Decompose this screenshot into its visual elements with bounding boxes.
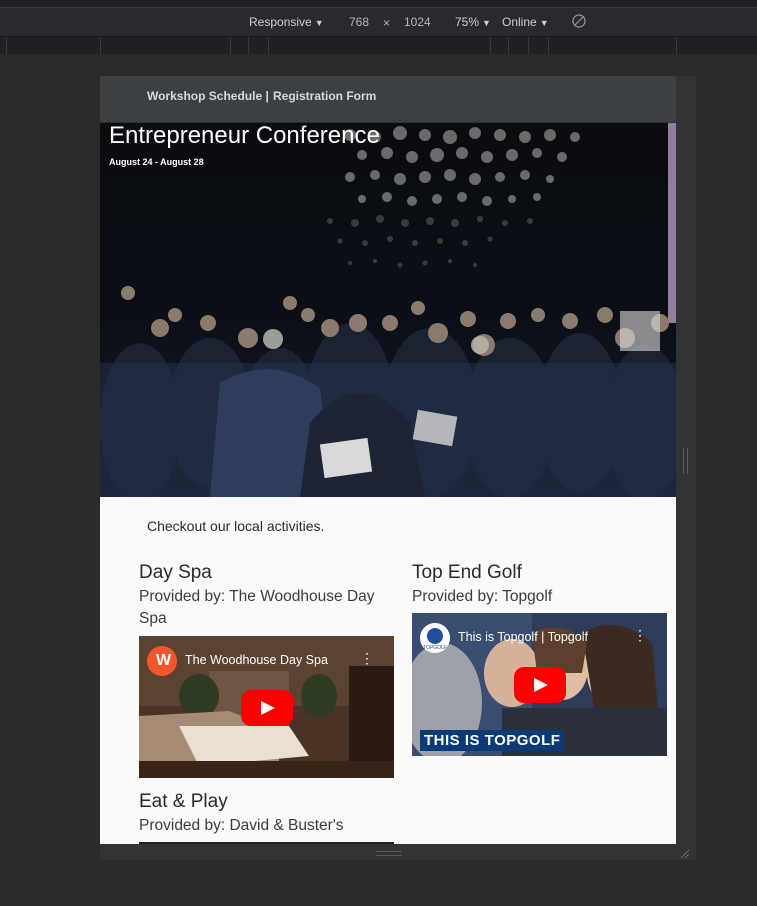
- more-vert-icon[interactable]: ⋮: [633, 627, 647, 644]
- rotate-icon[interactable]: [572, 14, 586, 31]
- width-input[interactable]: 768: [349, 15, 369, 29]
- device-mode-dropdown[interactable]: Responsive ▼: [249, 15, 324, 29]
- throttle-label: Online: [502, 15, 537, 29]
- activity-title-day-spa: Day Spa: [139, 562, 212, 583]
- chevron-down-icon: ▼: [314, 18, 324, 28]
- video-title-day-spa[interactable]: The Woodhouse Day Spa: [185, 653, 328, 667]
- video-embed-topgolf[interactable]: TOPGOLF This is Topgolf | Topgolf ⋮ THIS…: [412, 613, 667, 756]
- height-input[interactable]: 1024: [404, 15, 431, 29]
- dimension-separator: ×: [383, 16, 391, 30]
- nav-link-registration-form[interactable]: Registration Form: [273, 89, 376, 103]
- svg-text:TOPGOLF: TOPGOLF: [423, 645, 447, 651]
- channel-logo-woodhouse[interactable]: W: [147, 646, 177, 676]
- zoom-dropdown[interactable]: 75% ▼: [455, 15, 491, 29]
- activity-title-eat-and-play: Eat & Play: [139, 791, 228, 812]
- chevron-down-icon: ▼: [539, 18, 549, 28]
- video-title-topgolf[interactable]: This is Topgolf | Topgolf: [458, 630, 588, 644]
- activity-provider-day-spa: Provided by: The Woodhouse Day Spa: [139, 588, 375, 627]
- channel-logo-letter: W: [156, 652, 172, 669]
- resize-handle-right[interactable]: [683, 448, 688, 474]
- conference-audience-photo: [100, 123, 676, 497]
- more-vert-icon[interactable]: ⋮: [360, 650, 374, 667]
- intro-text: Checkout our local activities.: [147, 518, 325, 534]
- device-mode-label: Responsive: [249, 15, 312, 29]
- channel-logo-topgolf[interactable]: TOPGOLF: [420, 623, 450, 653]
- device-toolbar: Responsive ▼ 768 × 1024 75% ▼ Online ▼: [0, 8, 757, 36]
- resize-handle-bottom[interactable]: [376, 851, 402, 856]
- activity-provider-top-end-golf: Provided by: Topgolf: [412, 588, 553, 605]
- video-embed-eat-and-play[interactable]: [139, 842, 394, 844]
- throttle-dropdown[interactable]: Online ▼: [502, 15, 549, 29]
- video-embed-day-spa[interactable]: W The Woodhouse Day Spa ⋮: [139, 636, 394, 778]
- topgolf-banner-text: THIS IS TOPGOLF: [420, 730, 565, 751]
- resize-corner-icon[interactable]: [680, 849, 690, 859]
- play-button-icon[interactable]: [241, 690, 293, 726]
- hero-banner: Entrepreneur Conference August 24 - Augu…: [100, 123, 676, 497]
- activity-provider-eat-and-play: Provided by: David & Buster's: [139, 817, 344, 834]
- activity-title-top-end-golf: Top End Golf: [412, 562, 522, 583]
- hero-dates: August 24 - August 28: [109, 157, 204, 167]
- devtools-top-border: [0, 0, 757, 8]
- page-viewport: Workshop Schedule | Registration Form En…: [100, 76, 676, 844]
- play-button-icon[interactable]: [514, 667, 566, 703]
- media-query-bar[interactable]: [0, 36, 757, 55]
- zoom-label: 75%: [455, 15, 480, 29]
- top-nav: Workshop Schedule | Registration Form: [100, 76, 676, 123]
- chevron-down-icon: ▼: [482, 18, 491, 28]
- nav-link-workshop-schedule[interactable]: Workshop Schedule |: [147, 89, 269, 103]
- hero-title: Entrepreneur Conference: [109, 123, 380, 149]
